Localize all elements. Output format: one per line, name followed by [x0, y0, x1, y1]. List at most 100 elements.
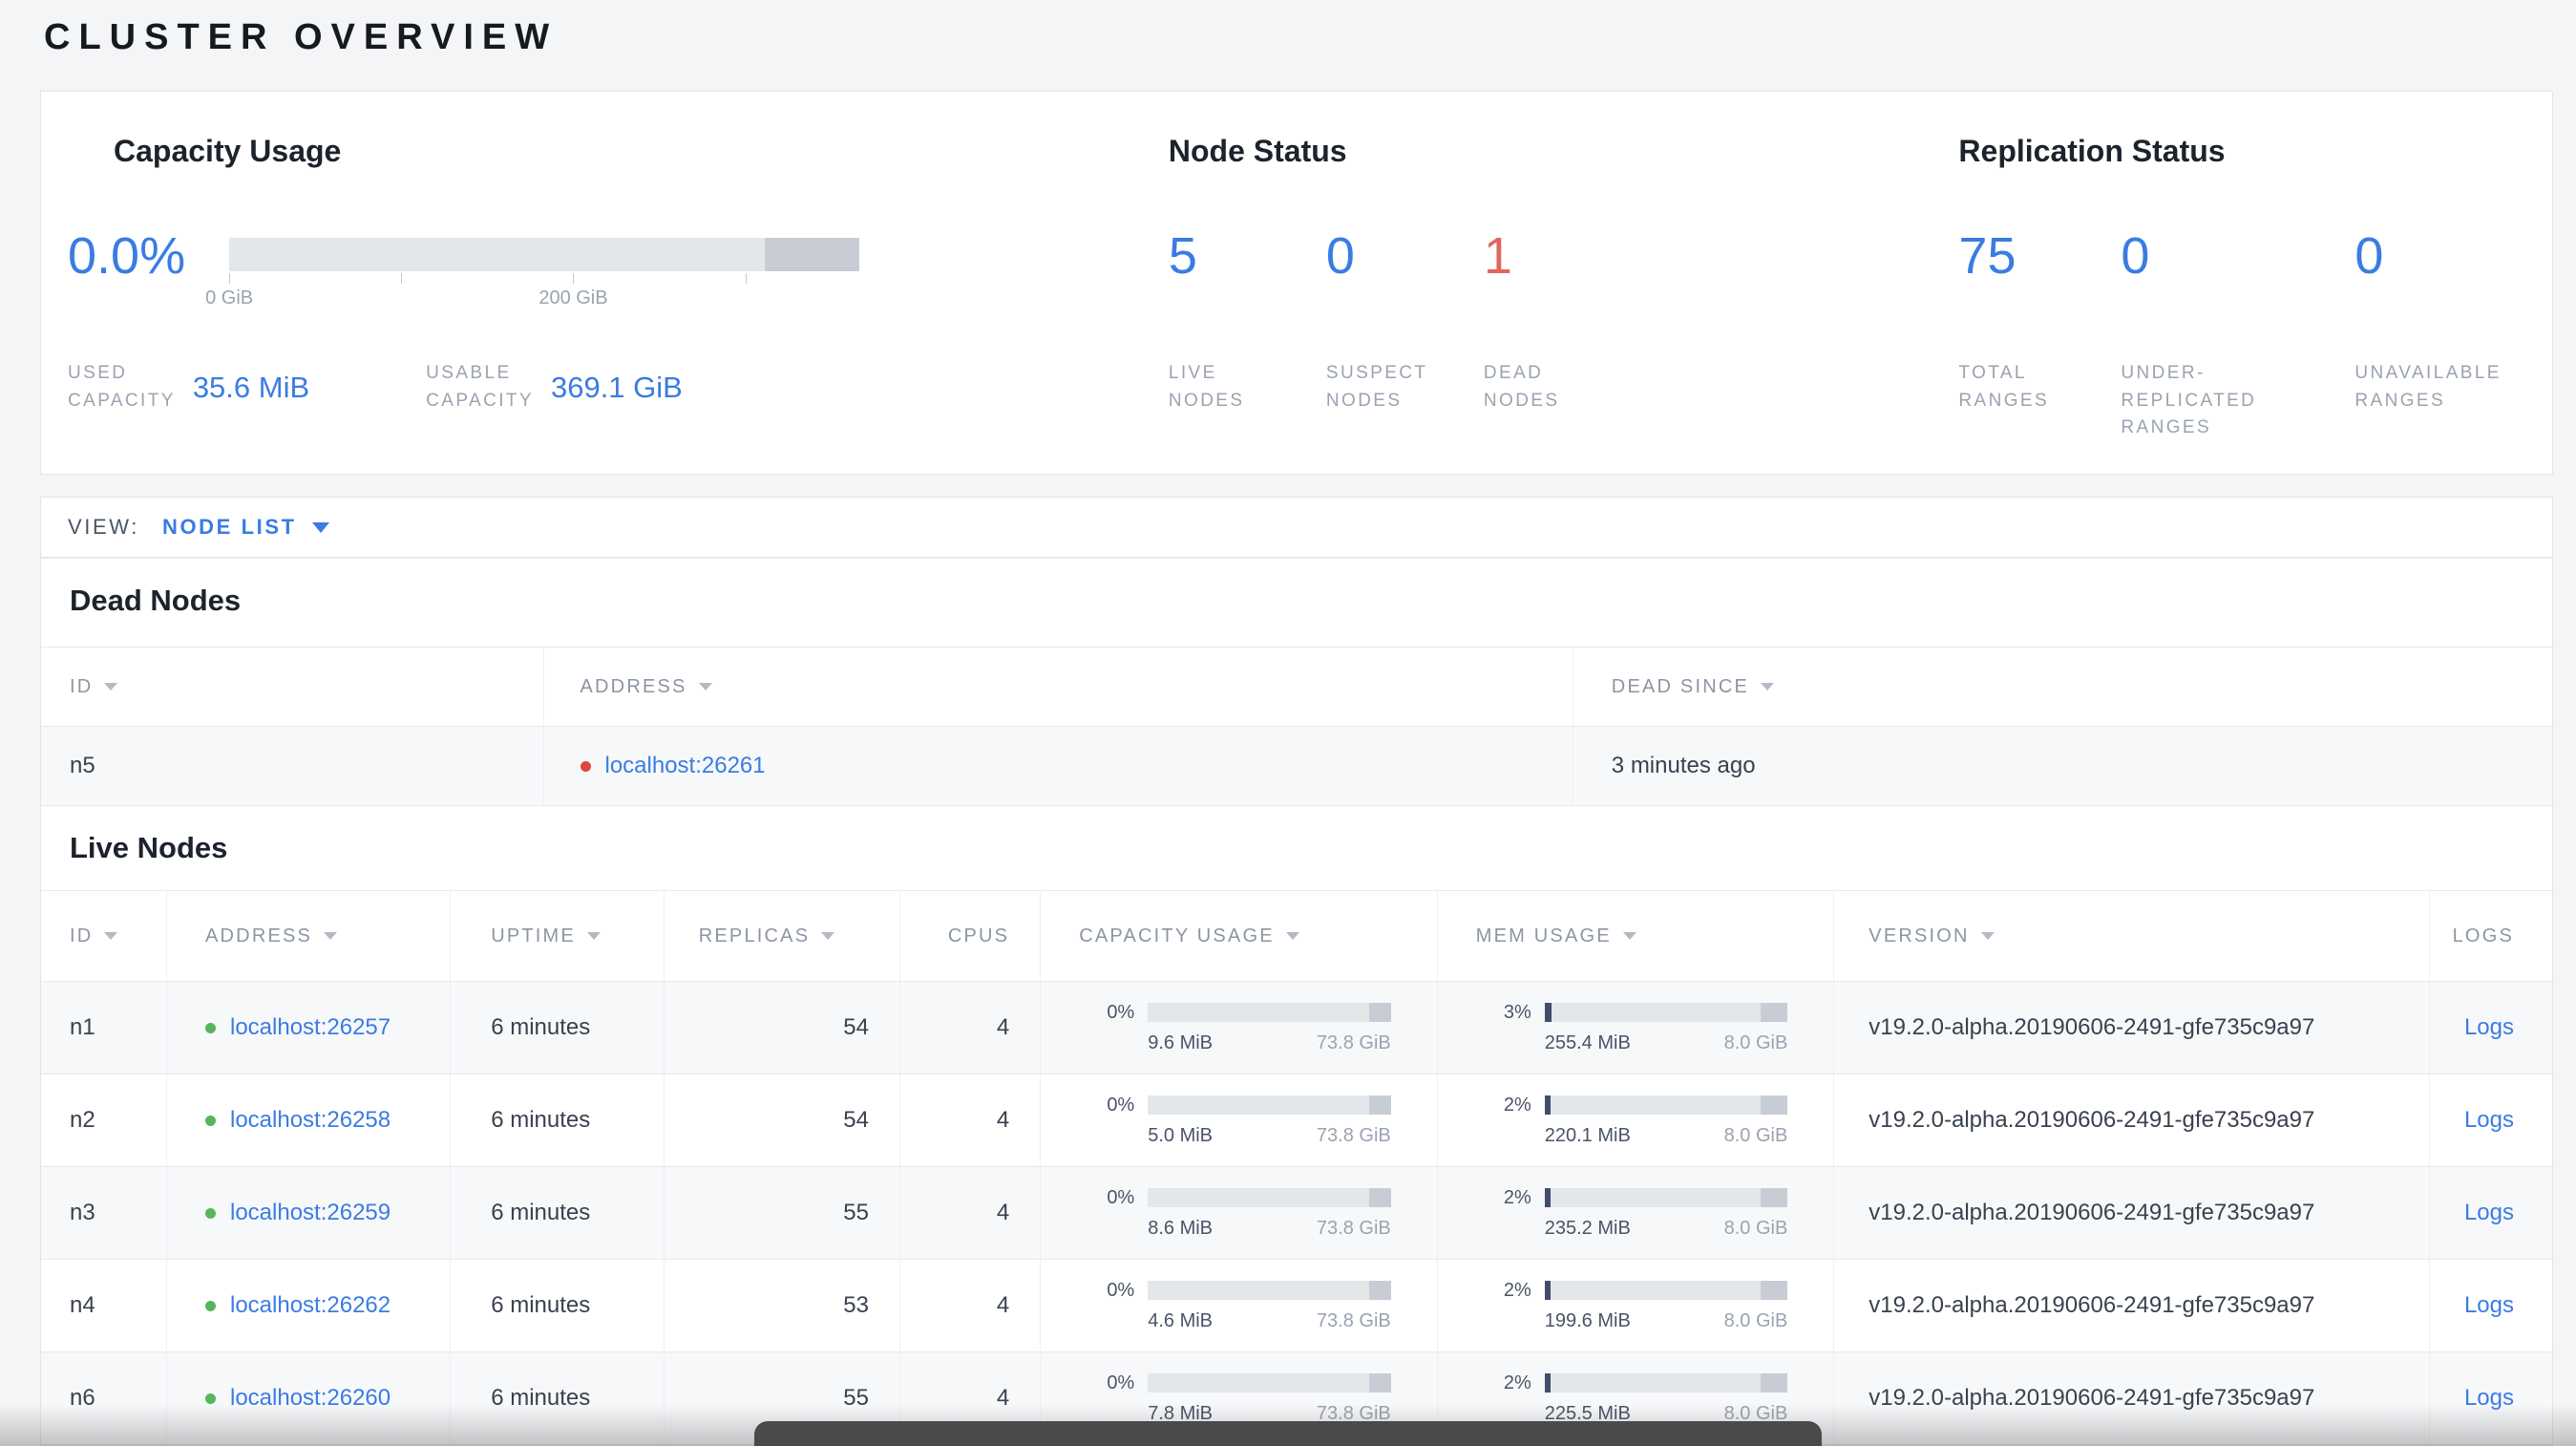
used-capacity-stat: USED CAPACITY 35.6 MiB [68, 360, 309, 415]
view-label: VIEW: [68, 515, 139, 539]
column-header-label: CPUS [947, 925, 1010, 946]
column-header-label: ID [70, 925, 94, 946]
node-address-link[interactable]: localhost:26262 [230, 1292, 391, 1318]
column-header-label: CAPACITY USAGE [1079, 925, 1275, 946]
capacity-tail-segment [1368, 1373, 1391, 1393]
node-id-cell: n6 [41, 1351, 167, 1445]
node-address-link[interactable]: localhost:26257 [230, 1014, 391, 1040]
axis-tick-label: 0 GiB [205, 287, 254, 308]
column-header-id[interactable]: ID [41, 647, 543, 727]
column-header-label: DEAD SINCE [1611, 675, 1750, 697]
capacity-tail-segment [1368, 1003, 1391, 1022]
usable-capacity-value: 369.1 GiB [550, 370, 683, 404]
uptime-cell: 6 minutes [450, 1074, 665, 1167]
column-header-uptime[interactable]: UPTIME [450, 890, 665, 982]
mem-used-segment [1544, 1188, 1552, 1207]
unavailable-ranges-stat: 0 UNAVAILABLE RANGES [2354, 230, 2512, 442]
column-header-dead-since[interactable]: DEAD SINCE [1572, 647, 2552, 727]
dead-node-row: n5 localhost:26261 3 minutes ago [41, 726, 2552, 806]
version-cell: v19.2.0-alpha.20190606-2491-gfe735c9a97 [1833, 1351, 2430, 1445]
column-header-label: ADDRESS [205, 925, 313, 946]
logs-link[interactable]: Logs [2464, 1292, 2514, 1318]
sort-desc-icon [1980, 931, 1995, 940]
mem-tail-segment [1761, 1188, 1788, 1207]
replicas-cell: 54 [663, 981, 900, 1074]
axis-tick [745, 273, 747, 284]
dead-nodes-count: 1 [1483, 227, 1512, 285]
dead-nodes-section-heading: Dead Nodes [70, 584, 242, 617]
cpus-cell: 4 [898, 1259, 1041, 1352]
replicas-cell: 54 [663, 1074, 900, 1167]
dead-nodes-header-row: ID ADDRESS DEAD SINCE [41, 647, 2552, 727]
node-address-cell: localhost:26258 [165, 1074, 451, 1167]
node-address-link[interactable]: localhost:26261 [605, 753, 766, 778]
sort-desc-icon [1622, 931, 1636, 940]
mem-tail-segment [1761, 1003, 1788, 1022]
replication-status-heading: Replication Status [1958, 134, 2226, 168]
column-header-label: UPTIME [491, 925, 576, 946]
live-nodes-label: LIVE NODES [1168, 363, 1245, 411]
logs-cell: Logs [2428, 1074, 2552, 1167]
column-header-capacity-usage[interactable]: CAPACITY USAGE [1040, 890, 1438, 982]
mem-total-value: 8.0 GiB [1723, 1031, 1788, 1053]
node-id-cell: n5 [41, 726, 543, 806]
live-nodes-table: ID ADDRESS UPTIME REPLICAS CPUS CAPACITY USAG… [41, 890, 2552, 1445]
column-header-address[interactable]: ADDRESS [542, 647, 1573, 727]
capacity-usage-cell: 0% 8.6 MiB 73.8 GiB [1040, 1166, 1438, 1260]
mem-used-segment [1544, 1003, 1552, 1022]
node-address-link[interactable]: localhost:26258 [230, 1107, 391, 1133]
node-list-panel: Dead Nodes ID ADDRESS DEAD SINCE n5 localh… [40, 558, 2553, 1446]
column-header-replicas[interactable]: REPLICAS [663, 890, 900, 982]
cpus-cell: 4 [898, 1166, 1041, 1260]
node-address-link[interactable]: localhost:26259 [230, 1200, 391, 1225]
uptime-cell: 6 minutes [450, 1351, 665, 1445]
column-header-address[interactable]: ADDRESS [165, 890, 451, 982]
node-live-status-icon [205, 1301, 216, 1311]
logs-link[interactable]: Logs [2464, 1014, 2514, 1040]
unavailable-ranges-label: UNAVAILABLE RANGES [2354, 363, 2502, 411]
capacity-usage-bar [1148, 1003, 1391, 1022]
column-header-label: MEM USAGE [1475, 925, 1612, 946]
node-address-cell: localhost:26261 [542, 726, 1573, 806]
capacity-percent: 0% [1107, 1279, 1135, 1301]
mem-total-value: 8.0 GiB [1723, 1309, 1788, 1331]
node-address-link[interactable]: localhost:26260 [230, 1385, 391, 1411]
logs-link[interactable]: Logs [2464, 1200, 2514, 1225]
column-header-id[interactable]: ID [41, 890, 167, 982]
column-header-version[interactable]: VERSION [1833, 890, 2430, 982]
mem-percent: 2% [1503, 1094, 1531, 1116]
mem-used-value: 199.6 MiB [1544, 1309, 1631, 1331]
live-nodes-stat: 5 LIVE NODES [1169, 230, 1326, 415]
capacity-usage-bar [1148, 1095, 1391, 1115]
node-status-heading: Node Status [1168, 134, 1347, 168]
view-selector-dropdown[interactable]: NODE LIST [162, 515, 329, 540]
logs-link[interactable]: Logs [2464, 1107, 2514, 1133]
view-bar: VIEW: NODE LIST [40, 497, 2553, 558]
capacity-usage-cell: 0% 4.6 MiB 73.8 GiB [1040, 1259, 1438, 1352]
column-header-mem-usage[interactable]: MEM USAGE [1436, 890, 1834, 982]
version-cell: v19.2.0-alpha.20190606-2491-gfe735c9a97 [1833, 1259, 2430, 1352]
replication-status-section: Replication Status 75 TOTAL RANGES 0 UND… [1958, 134, 2514, 474]
node-live-status-icon [205, 1208, 216, 1219]
sort-desc-icon [698, 682, 712, 691]
live-node-row: n1 localhost:26257 6 minutes 54 4 0% 9.6… [41, 981, 2552, 1074]
uptime-cell: 6 minutes [450, 981, 665, 1074]
node-id-cell: n3 [41, 1166, 167, 1260]
capacity-total-value: 73.8 GiB [1316, 1309, 1391, 1331]
total-ranges-count: 75 [1958, 227, 2016, 285]
capacity-usage-cell: 0% 9.6 MiB 73.8 GiB [1040, 981, 1438, 1074]
axis-tick-label: 200 GiB [538, 287, 608, 308]
suspect-nodes-count: 0 [1325, 227, 1355, 285]
cpus-cell: 4 [898, 1074, 1041, 1167]
mem-used-value: 220.1 MiB [1544, 1124, 1631, 1146]
dead-since-cell: 3 minutes ago [1572, 726, 2552, 806]
capacity-used-value: 8.6 MiB [1148, 1217, 1214, 1239]
column-header-label: ID [70, 675, 94, 697]
node-address-cell: localhost:26260 [165, 1351, 451, 1445]
logs-link[interactable]: Logs [2464, 1385, 2514, 1411]
mem-used-segment [1544, 1095, 1552, 1115]
mem-total-value: 8.0 GiB [1723, 1217, 1788, 1239]
page-title: CLUSTER OVERVIEW [44, 17, 559, 57]
used-capacity-label: USED CAPACITY [68, 363, 176, 411]
logs-cell: Logs [2428, 1351, 2552, 1445]
